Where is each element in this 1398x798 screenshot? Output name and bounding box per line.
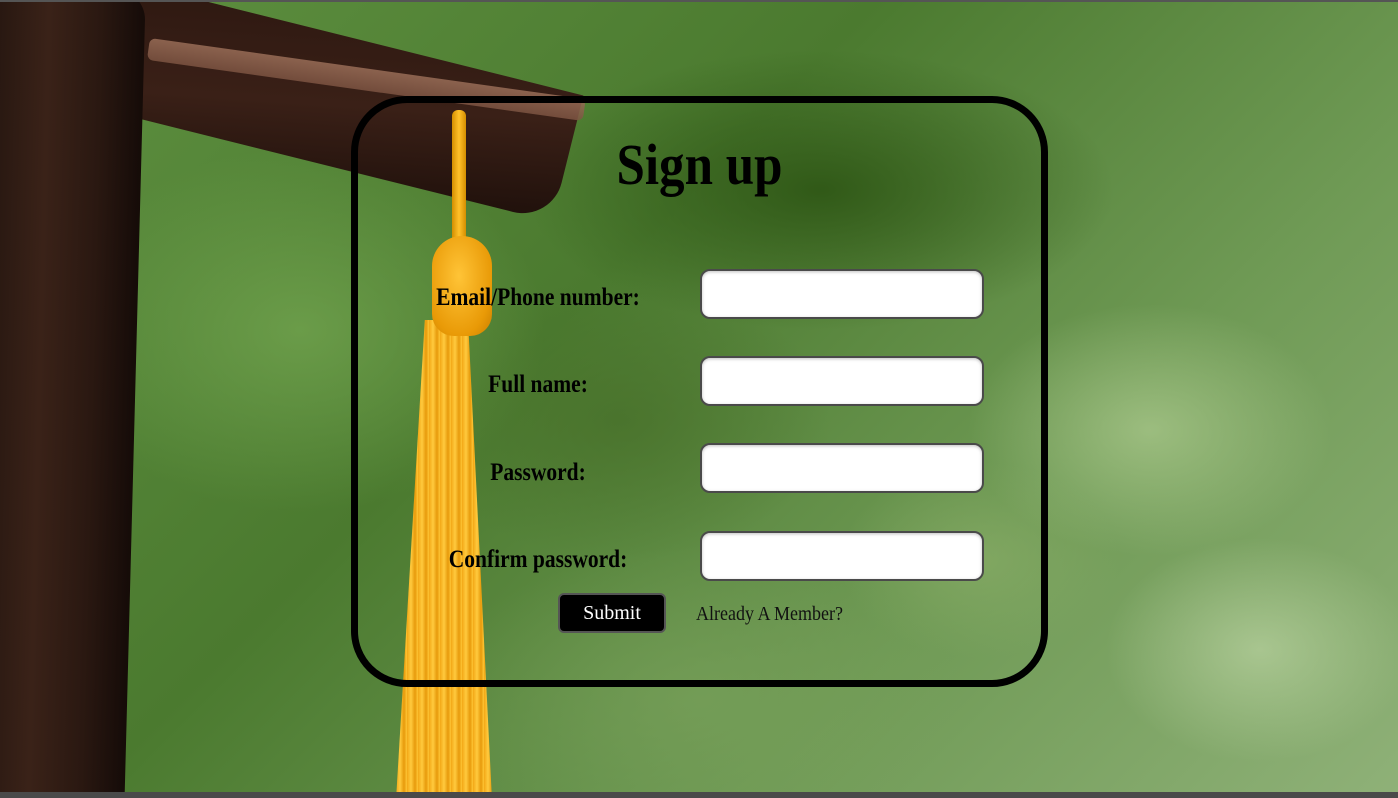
signup-form: Sign up Email/Phone number: Full name: P…	[351, 96, 1048, 687]
full-name-input[interactable]	[700, 356, 984, 406]
password-input[interactable]	[700, 443, 984, 493]
email-phone-input[interactable]	[700, 269, 984, 319]
full-name-label: Full name:	[488, 371, 588, 398]
top-border	[0, 0, 1398, 2]
password-label: Password:	[490, 459, 586, 486]
confirm-password-label: Confirm password:	[448, 546, 628, 573]
email-phone-label: Email/Phone number:	[436, 284, 640, 311]
submit-button[interactable]: Submit	[558, 593, 666, 633]
page-title: Sign up	[616, 132, 783, 197]
confirm-password-input[interactable]	[700, 531, 984, 581]
graduation-cap-body	[0, 0, 146, 798]
already-member-link[interactable]: Already A Member?	[696, 603, 843, 626]
bottom-border	[0, 792, 1398, 798]
